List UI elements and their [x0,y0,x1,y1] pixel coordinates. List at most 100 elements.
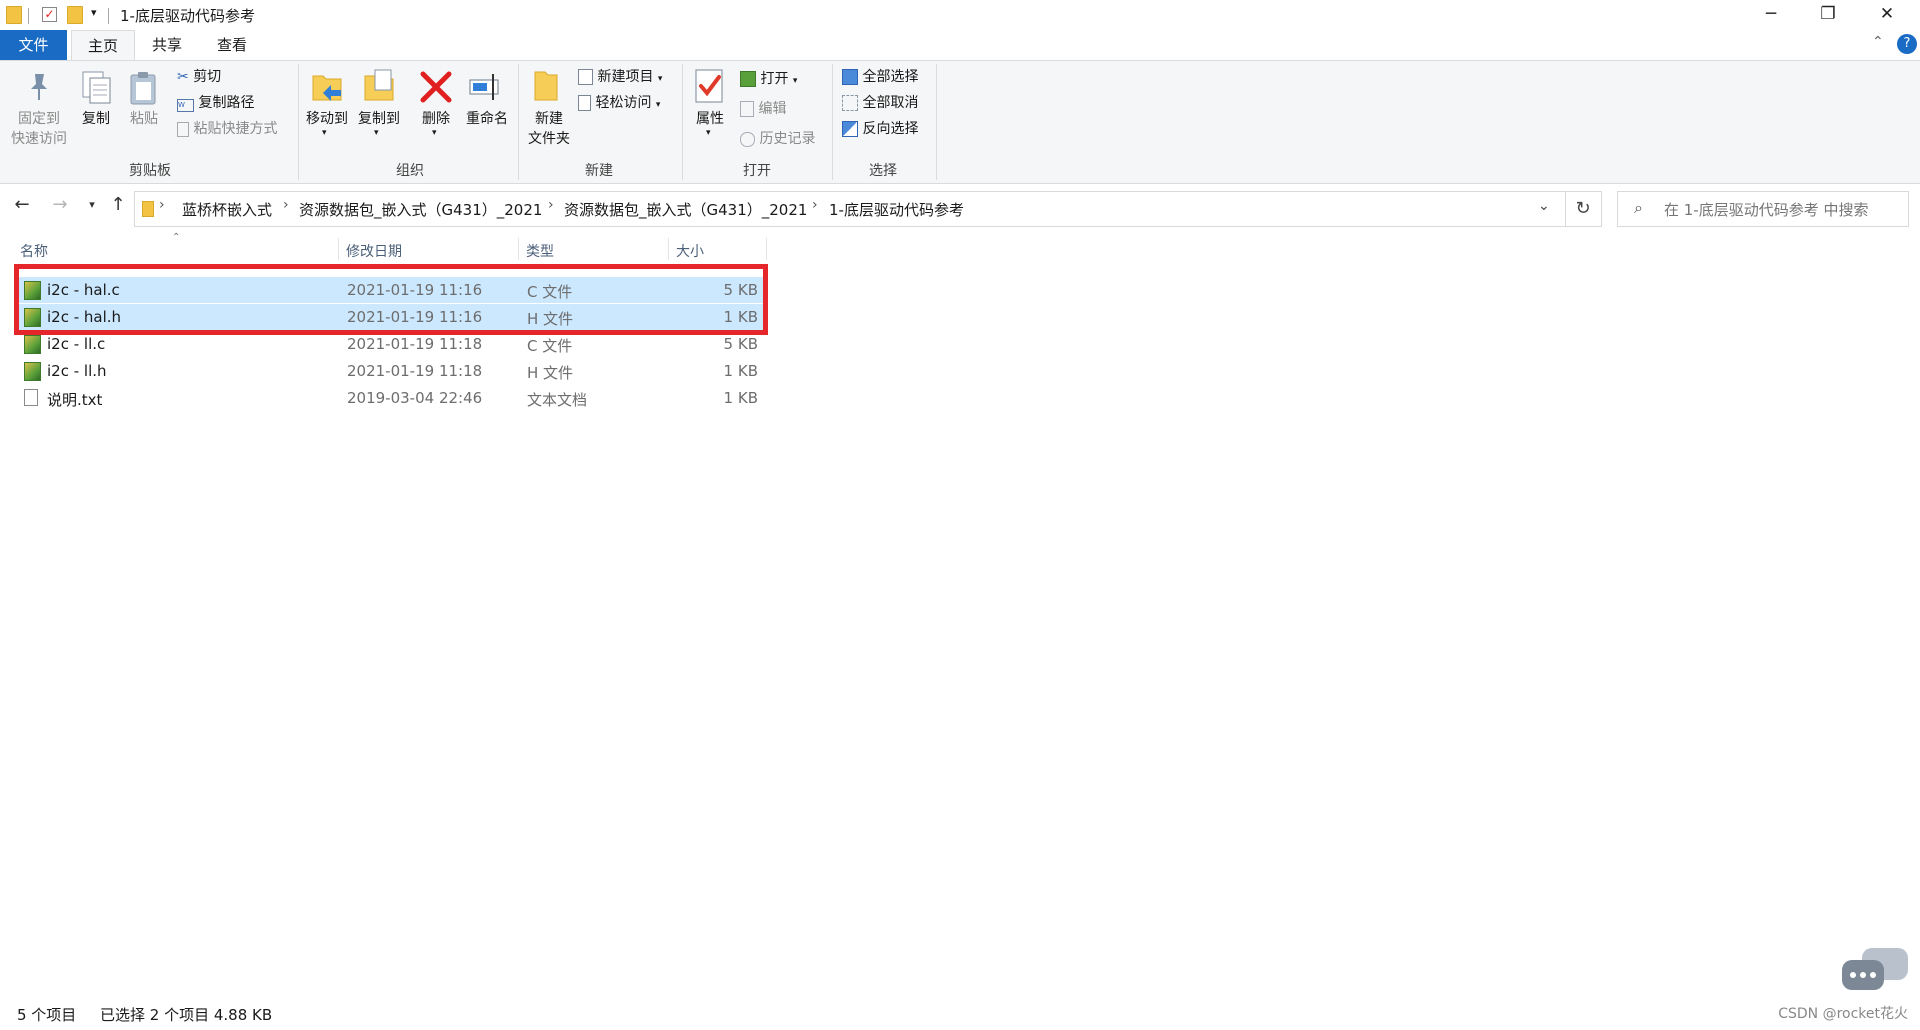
rename-button[interactable]: 重命名 [462,68,512,130]
invert-selection-label: 反向选择 [862,121,919,137]
c-source-file-icon [24,335,41,354]
new-folder-icon [534,71,558,101]
window-title: 1-底层驱动代码参考 [120,7,255,25]
pin-to-quick-access-button[interactable]: 固定到 快速访问 [6,70,72,154]
new-item-icon [578,69,593,85]
column-divider[interactable] [518,238,519,260]
easy-access-button[interactable]: 轻松访问 ▾ [578,92,660,114]
address-history-chevron-icon[interactable]: ⌄ [1538,198,1550,214]
file-modified: 2021-01-19 11:18 [347,362,483,380]
copy-label: 复制 [82,111,110,127]
customize-quick-access-chevron-icon[interactable]: ▾ [91,6,97,19]
edit-icon [740,101,754,117]
paste-label: 粘贴 [130,111,158,127]
properties-icon [695,69,723,103]
copy-button[interactable]: 复制 [76,70,116,132]
column-header-modified[interactable]: 修改日期 [346,241,402,261]
history-button[interactable]: 历史记录 [740,128,815,150]
tab-view[interactable]: 查看 [201,30,263,60]
paste-icon [130,72,156,105]
group-divider [682,64,683,180]
select-all-icon [842,69,858,85]
paste-shortcut-button[interactable]: 粘贴快捷方式 [177,118,277,140]
forward-arrow-icon[interactable]: → [46,190,74,220]
copy-to-label: 复制到 [358,111,400,127]
select-none-label: 全部取消 [862,95,919,111]
breadcrumb-item[interactable]: 1-底层驱动代码参考 [829,199,964,220]
group-divider [298,64,299,180]
dropdown-arrow-icon: ▾ [432,128,437,138]
file-type: 文本文档 [527,391,588,409]
title-bar [0,0,1920,30]
copy-to-button[interactable]: 复制到 ▾ [354,68,404,138]
new-folder-label-line1: 新建 [535,111,563,127]
select-all-button[interactable]: 全部选择 [842,66,918,88]
copy-path-label: 复制路径 [198,95,255,111]
column-divider[interactable] [668,238,669,260]
copy-path-button[interactable]: W 复制路径 [177,92,254,114]
history-icon [740,131,755,147]
properties-label: 属性 [696,111,724,127]
paste-shortcut-icon [177,121,189,137]
breadcrumb-item[interactable]: 资源数据包_嵌入式（G431）_2021 [299,199,542,220]
breadcrumb-item[interactable]: 资源数据包_嵌入式（G431）_2021 [564,199,807,220]
select-none-button[interactable]: 全部取消 [842,92,918,114]
paste-button[interactable]: 粘贴 [124,70,164,132]
copy-icon [82,71,111,104]
help-icon[interactable]: ? [1897,34,1917,54]
new-item-button[interactable]: 新建项目 ▾ [578,66,662,88]
move-to-button[interactable]: 移动到 ▾ [302,68,352,138]
column-divider[interactable] [766,238,767,260]
search-icon: ⌕ [1634,198,1643,217]
file-name: 说明.txt [47,391,103,409]
dropdown-arrow-icon: ▾ [655,100,661,110]
file-name: i2c - ll.c [47,335,106,353]
open-group-label: 打开 [743,163,771,179]
new-folder-quick-access-icon[interactable] [67,6,83,24]
refresh-icon[interactable]: ↻ [1565,191,1602,227]
file-row[interactable]: 说明.txt 2019-03-04 22:46 文本文档 1 KB [18,385,764,411]
pin-icon [31,74,47,100]
collapse-ribbon-icon[interactable]: ⌃ [1872,34,1884,50]
pin-label-line1: 固定到 [18,111,60,127]
move-to-label: 移动到 [306,111,348,127]
delete-button[interactable]: 删除 ▾ [414,68,458,138]
properties-quick-access-icon[interactable]: ✓ [42,7,57,22]
column-header-size[interactable]: 大小 [676,241,704,261]
breadcrumb-item[interactable]: 蓝桥杯嵌入式 [182,199,272,220]
back-arrow-icon[interactable]: ← [8,190,36,220]
column-header-name[interactable]: 名称 [20,241,48,261]
column-header-type[interactable]: 类型 [526,241,554,261]
open-label: 打开 [760,71,789,87]
delete-label: 删除 [422,111,450,127]
file-size: 5 KB [723,335,758,353]
search-box[interactable]: ⌕ [1617,191,1909,227]
file-row[interactable]: i2c - ll.h 2021-01-19 11:18 H 文件 1 KB [18,358,764,384]
dropdown-arrow-icon: ▾ [374,128,379,138]
close-button[interactable]: ✕ [1857,0,1917,30]
cut-button[interactable]: ✂ 剪切 [177,66,221,88]
highlight-box [14,264,768,335]
breadcrumb-separator-icon[interactable]: › [283,197,289,213]
tab-home[interactable]: 主页 [71,30,135,60]
edit-button[interactable]: 编辑 [740,98,786,120]
breadcrumb-separator-icon[interactable]: › [159,197,165,213]
restore-button[interactable]: ❐ [1798,0,1858,30]
tab-file[interactable]: 文件 [0,30,67,60]
up-arrow-icon[interactable]: ↑ [104,190,132,220]
search-input[interactable] [1662,198,1906,222]
recent-locations-chevron-icon[interactable]: ▾ [78,190,106,220]
file-modified: 2021-01-19 11:18 [347,335,483,353]
open-button[interactable]: 打开 ▾ [740,68,797,90]
breadcrumb-separator-icon[interactable]: › [812,197,818,213]
new-folder-button[interactable]: 新建 文件夹 [524,68,574,152]
tab-share[interactable]: 共享 [137,30,197,60]
invert-selection-button[interactable]: 反向选择 [842,118,918,140]
divider [28,8,29,24]
properties-button[interactable]: 属性 ▾ [688,68,732,138]
breadcrumb-separator-icon[interactable]: › [548,197,554,213]
organize-group-label: 组织 [396,163,424,179]
select-none-icon [842,95,858,111]
column-divider[interactable] [338,238,339,260]
minimize-button[interactable]: ─ [1741,0,1801,30]
